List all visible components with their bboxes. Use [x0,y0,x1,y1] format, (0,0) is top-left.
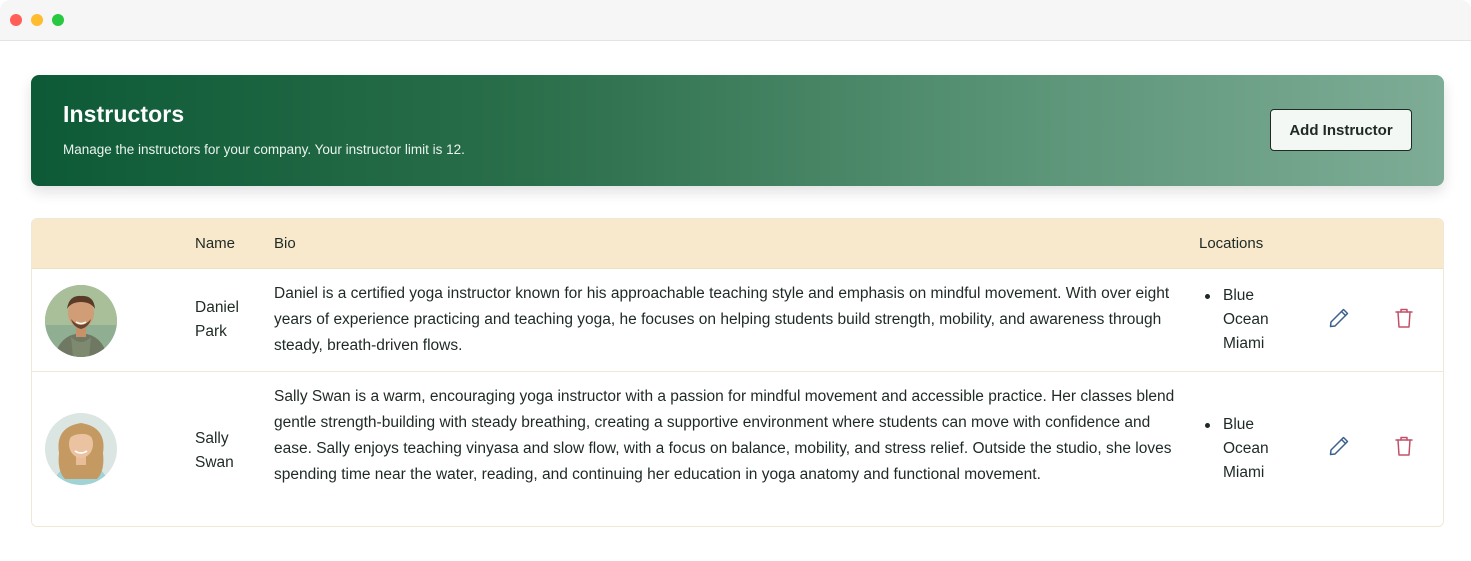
instructors-table: Name Bio Locations Daniel Park Daniel is… [31,218,1444,527]
column-header-locations: Locations [1199,235,1264,252]
instructor-last-name: Swan [195,454,234,471]
table-row: Daniel Park Daniel is a certified yoga i… [32,269,1443,372]
edit-instructor-button[interactable] [1325,434,1353,462]
minimize-window-button[interactable] [31,14,43,26]
delete-instructor-button[interactable] [1390,306,1418,334]
instructor-name: Sally Swan [195,427,265,475]
instructor-first-name: Sally [195,430,229,447]
location-item: Blue Ocean Miami [1223,287,1269,352]
avatar [45,285,117,357]
pencil-icon [1327,306,1351,335]
list-bullet [1205,423,1210,428]
page-subtitle: Manage the instructors for your company.… [63,142,465,157]
delete-instructor-button[interactable] [1390,434,1418,462]
trash-icon [1392,306,1416,335]
pencil-icon [1327,434,1351,463]
instructor-bio: Daniel is a certified yoga instructor kn… [274,285,1170,354]
add-instructor-button[interactable]: Add Instructor [1270,109,1412,151]
table-header: Name Bio Locations [32,219,1443,269]
instructors-header-banner: Instructors Manage the instructors for y… [31,75,1444,186]
instructor-name: Daniel Park [195,296,265,344]
location-item: Blue Ocean Miami [1223,416,1269,481]
instructor-bio: Sally Swan is a warm, encouraging yoga i… [274,388,1175,483]
avatar [45,413,117,485]
column-header-name: Name [195,235,236,252]
instructor-last-name: Park [195,323,227,340]
close-window-button[interactable] [10,14,22,26]
table-row: Sally Swan Sally Swan is a warm, encoura… [32,372,1443,526]
column-header-bio: Bio [274,235,296,252]
edit-instructor-button[interactable] [1325,306,1353,334]
maximize-window-button[interactable] [52,14,64,26]
page-title: Instructors [63,101,185,127]
list-bullet [1205,294,1210,299]
window-titlebar [0,0,1471,41]
trash-icon [1392,434,1416,463]
instructor-first-name: Daniel [195,299,239,316]
